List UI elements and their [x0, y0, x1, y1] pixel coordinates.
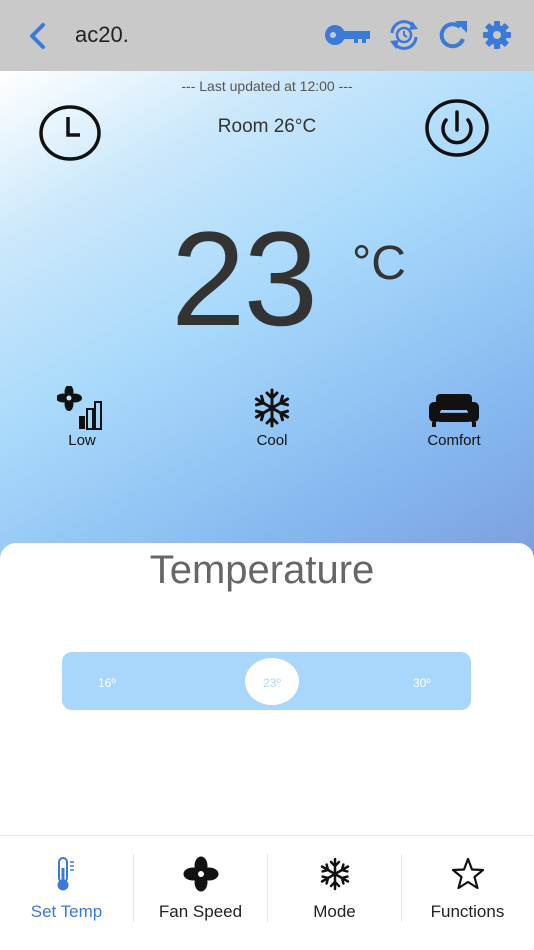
app-bar: ac20.	[0, 0, 534, 71]
settings-button[interactable]	[480, 17, 514, 53]
tab-mode[interactable]: Mode	[268, 836, 401, 950]
snowflake-icon	[320, 857, 349, 891]
snowflake-icon	[254, 388, 290, 428]
key-button[interactable]	[324, 17, 372, 53]
power-icon	[425, 99, 489, 157]
fan-icon	[183, 856, 218, 892]
mode-label: Cool	[256, 432, 288, 449]
room-temperature: Room 26°C	[217, 116, 317, 137]
mode-status[interactable]: Cool	[212, 386, 332, 456]
clock-icon	[39, 105, 101, 161]
fan-speed-status[interactable]: Low	[22, 386, 142, 456]
timer-sync-icon	[390, 20, 418, 50]
panel-title: Temperature	[149, 548, 375, 592]
schedule-button[interactable]	[38, 103, 102, 163]
gear-icon	[483, 21, 511, 49]
preset-label: Comfort	[427, 432, 481, 449]
power-button[interactable]	[424, 98, 490, 158]
bottom-nav: Set Temp Fan Speed Mode Functions	[0, 835, 534, 950]
tab-fan-speed[interactable]: Fan Speed	[134, 836, 267, 950]
tab-mode-label: Mode	[313, 902, 356, 921]
refresh-icon	[439, 21, 467, 49]
star-icon	[451, 857, 484, 890]
refresh-button[interactable]	[436, 17, 470, 53]
back-button[interactable]	[22, 20, 54, 52]
sofa-icon	[429, 394, 479, 427]
last-updated-text: --- Last updated at 12:00 ---	[181, 78, 353, 94]
thermometer-icon	[57, 857, 74, 891]
set-temperature-value: 23	[171, 205, 318, 354]
tab-functions[interactable]: Functions	[401, 836, 534, 950]
tab-fan-speed-label: Fan Speed	[158, 902, 243, 921]
back-arrow-icon	[30, 23, 45, 49]
tab-functions-label: Functions	[430, 902, 505, 921]
device-title: ac20.	[75, 22, 129, 47]
tab-set-temp-label: Set Temp	[30, 902, 103, 921]
slider-min-label: 16º	[98, 676, 116, 690]
key-icon	[325, 25, 370, 45]
slider-max-label: 30º	[413, 676, 431, 690]
tab-set-temp[interactable]: Set Temp	[0, 836, 133, 950]
timer-sync-button[interactable]	[386, 17, 422, 53]
temperature-unit: °C	[352, 237, 406, 290]
fan-speed-icon	[57, 386, 102, 430]
preset-status[interactable]: Comfort	[394, 386, 514, 456]
fan-speed-label: Low	[68, 432, 96, 449]
slider-value-label: 23º	[263, 676, 281, 690]
